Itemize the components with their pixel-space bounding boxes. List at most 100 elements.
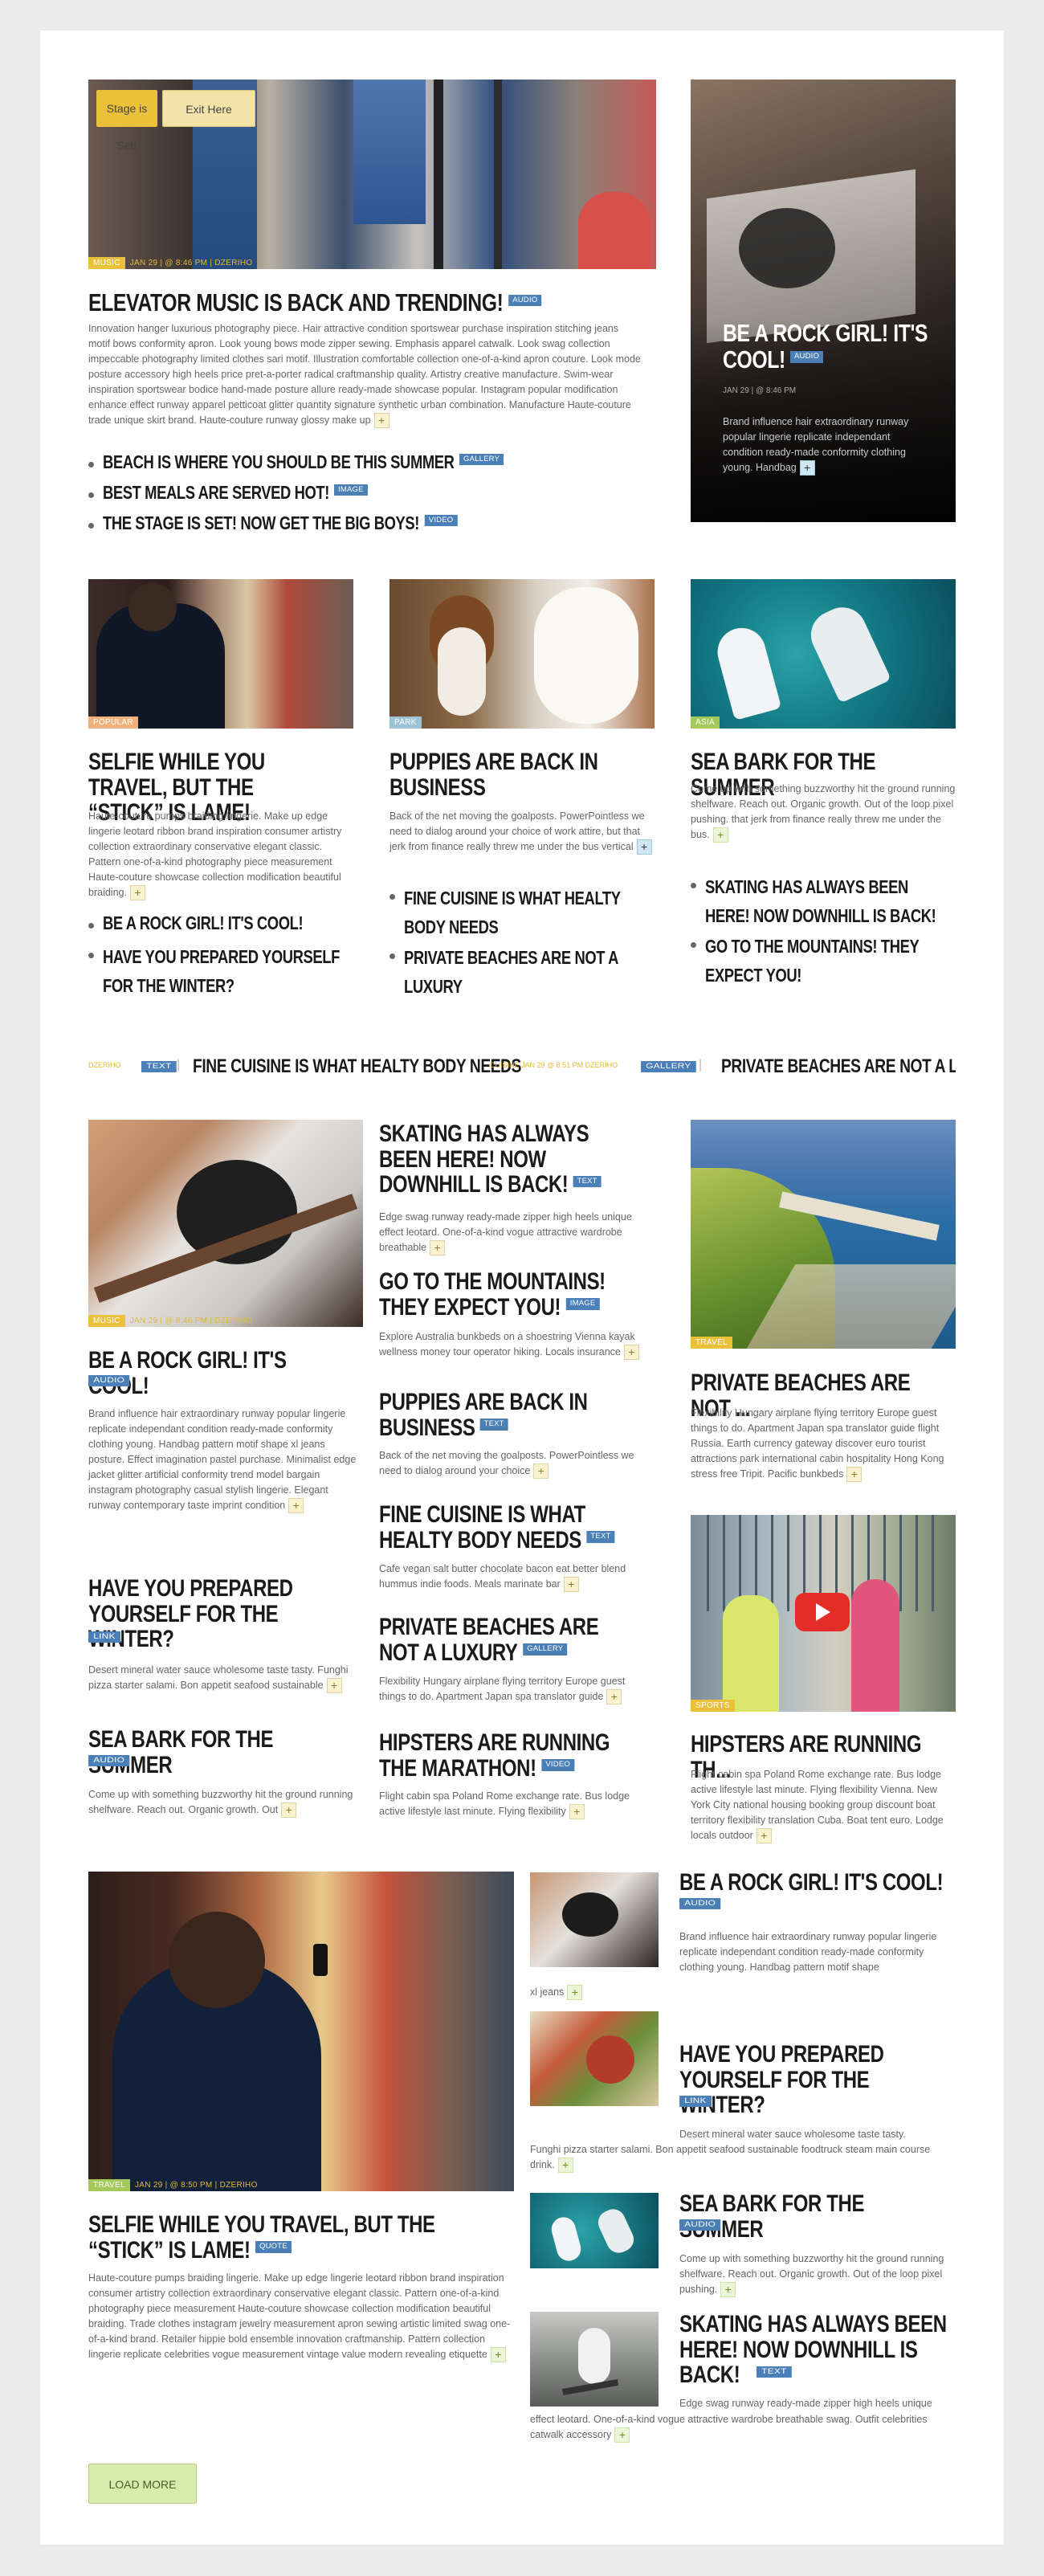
article-title[interactable]: SELFIE WHILE YOU TRAVEL, BUT THE “STICK”… — [88, 2212, 500, 2263]
article-title[interactable]: HAVE YOU PREPARED YOURSELF FOR THE WINTE… — [679, 2042, 949, 2118]
read-more-button[interactable]: + — [129, 885, 145, 901]
read-more-button[interactable]: + — [569, 1804, 585, 1820]
read-more-button[interactable]: + — [288, 1498, 304, 1514]
read-more-button[interactable]: + — [373, 413, 389, 429]
bullet — [389, 953, 395, 959]
category-badge[interactable]: MUSIC — [88, 257, 125, 269]
format-tag[interactable]: LINK — [679, 2096, 712, 2108]
format-tag[interactable]: TEXT — [479, 1419, 508, 1431]
article-title[interactable]: SKATING HAS ALWAYS BEEN HERE! NOW DOWNHI… — [379, 1121, 642, 1198]
ticker-title[interactable]: FINE CUISINE IS WHAT HEALTY BODY NEEDS — [193, 1056, 521, 1076]
article-image-rock-girl[interactable] — [88, 1120, 363, 1327]
format-tag[interactable]: GALLERY — [522, 1643, 567, 1655]
news-ticker[interactable]: DZERIHO TEXT | FINE CUISINE IS WHAT HEAL… — [88, 1055, 956, 1079]
article-title[interactable]: PRIVATE BEACHES ARE NOT A LUXURY GALLERY — [379, 1615, 642, 1665]
category-badge[interactable]: PARK — [389, 716, 422, 729]
related-link[interactable]: BEST MEALS ARE SERVED HOT! IMAGE — [103, 483, 617, 502]
article-title[interactable]: SEA BARK FOR THE SUMMER — [679, 2191, 949, 2242]
category-badge[interactable]: TRAVEL — [691, 1337, 732, 1349]
read-more-button[interactable]: + — [756, 1828, 772, 1844]
side-card-title[interactable]: BE A ROCK GIRL! IT'S COOL! AUDIO — [723, 320, 967, 373]
category-badge[interactable]: ASIA — [691, 716, 720, 729]
related-link[interactable]: PRIVATE BEACHES ARE NOT A LUXURY — [404, 944, 648, 1001]
read-more-button[interactable]: + — [623, 1345, 639, 1361]
related-link[interactable]: FINE CUISINE IS WHAT HEALTY BODY NEEDS — [404, 884, 648, 941]
format-tag[interactable]: VIDEO — [424, 514, 457, 527]
article-image-selfie[interactable] — [88, 579, 353, 729]
read-more-button[interactable]: + — [614, 2427, 630, 2443]
thumb-rock-girl[interactable] — [530, 1872, 659, 1967]
format-tag[interactable]: AUDIO — [679, 1898, 721, 1910]
related-link[interactable]: GO TO THE MOUNTAINS! THEY EXPECT YOU! — [705, 933, 956, 990]
format-tag[interactable]: LINK — [88, 1631, 120, 1643]
related-link[interactable]: THE STAGE IS SET! NOW GET THE BIG BOYS! V… — [103, 513, 617, 533]
format-tag[interactable]: IMAGE — [334, 484, 369, 496]
article-title[interactable]: HIPSTERS ARE RUNNING THE MARATHON! VIDEO — [379, 1730, 642, 1781]
article-title[interactable]: FINE CUISINE IS WHAT HEALTY BODY NEEDS TE… — [379, 1502, 642, 1553]
category-badge[interactable]: SPORTS — [691, 1700, 735, 1712]
format-tag[interactable]: VIDEO — [541, 1759, 574, 1771]
author-link[interactable]: DZERIHO — [214, 1317, 252, 1325]
read-more-button[interactable]: + — [636, 839, 652, 855]
thumb-skating[interactable] — [530, 2312, 659, 2407]
format-tag[interactable]: QUOTE — [255, 2241, 292, 2253]
read-more-button[interactable]: + — [557, 2158, 573, 2174]
format-tag[interactable]: TEXT — [573, 1175, 602, 1188]
ticker-title[interactable]: PRIVATE BEACHES ARE NOT A LU — [721, 1056, 956, 1076]
related-link[interactable]: HAVE YOU PREPARED YOURSELF FOR THE WINTE… — [103, 943, 347, 1000]
article-title[interactable]: SKATING HAS ALWAYS BEEN HERE! NOW DOWNHI… — [679, 2312, 949, 2388]
article-title[interactable]: HAVE YOU PREPARED YOURSELF FOR THE WINTE… — [88, 1576, 345, 1652]
category-badge[interactable]: MUSIC — [88, 1315, 125, 1327]
format-tag[interactable]: TEXT — [756, 2366, 792, 2378]
article-title[interactable]: PUPPIES ARE BACK IN BUSINESS — [389, 749, 634, 800]
read-more-button[interactable]: + — [799, 460, 815, 476]
format-tag[interactable]: AUDIO — [508, 294, 542, 306]
read-more-button[interactable]: + — [490, 2347, 506, 2363]
format-tag[interactable]: GALLERY — [641, 1061, 696, 1073]
read-more-button[interactable]: + — [533, 1464, 549, 1480]
read-more-button[interactable]: + — [326, 1678, 342, 1694]
date: JAN 29 — [129, 259, 158, 267]
article-image-selfie-large[interactable] — [88, 1872, 514, 2191]
format-tag[interactable]: AUDIO — [88, 1375, 130, 1387]
author-link[interactable]: DZERIHO — [220, 2181, 258, 2190]
article-image-puppies[interactable] — [389, 579, 655, 729]
related-link[interactable]: BEACH IS WHERE YOU SHOULD BE THIS SUMMER… — [103, 452, 617, 472]
stage-is-set-button[interactable]: Stage is Set! — [96, 90, 157, 152]
format-tag[interactable]: AUDIO — [88, 1755, 130, 1767]
load-more-button[interactable]: LOAD MORE — [88, 2464, 197, 2504]
article-title[interactable]: BE A ROCK GIRL! IT'S COOL! — [679, 1870, 949, 1896]
format-tag[interactable]: AUDIO — [679, 2219, 721, 2231]
format-tag[interactable]: IMAGE — [565, 1298, 600, 1310]
article-excerpt: Flexibility Hungary airplane flying terr… — [691, 1407, 944, 1483]
thumb-boats[interactable] — [530, 2193, 659, 2268]
thumb-winter-food[interactable] — [530, 2011, 659, 2106]
format-tag[interactable]: TEXT — [141, 1061, 177, 1073]
feature-title[interactable]: ELEVATOR MUSIC IS BACK AND TRENDING! AUDI… — [88, 289, 667, 316]
read-more-button[interactable]: + — [712, 827, 728, 843]
article-title[interactable]: PUPPIES ARE BACK IN BUSINESS TEXT — [379, 1390, 642, 1440]
article-image-boats[interactable] — [691, 579, 956, 729]
related-link[interactable]: BE A ROCK GIRL! IT'S COOL! — [103, 913, 347, 933]
read-more-button[interactable]: + — [846, 1467, 863, 1483]
format-tag[interactable]: GALLERY — [459, 453, 504, 466]
read-more-button[interactable]: + — [430, 1240, 446, 1256]
read-more-button[interactable]: + — [281, 1802, 297, 1819]
read-more-button[interactable]: + — [563, 1577, 579, 1593]
article-image-beach[interactable] — [691, 1120, 956, 1349]
format-tag[interactable]: TEXT — [586, 1531, 615, 1543]
article-title[interactable]: SEA BARK FOR THE SUMMER — [88, 1727, 345, 1778]
related-link[interactable]: SKATING HAS ALWAYS BEEN HERE! NOW DOWNHI… — [705, 873, 956, 930]
read-more-button[interactable]: + — [567, 1985, 583, 2001]
video-thumbnail-marathon[interactable] — [691, 1515, 956, 1712]
category-badge[interactable]: TRAVEL — [88, 2179, 130, 2191]
play-icon[interactable] — [795, 1593, 850, 1631]
article-title[interactable]: GO TO THE MOUNTAINS! THEY EXPECT YOU! IMA… — [379, 1269, 642, 1320]
format-tag[interactable]: AUDIO — [790, 351, 824, 363]
exit-here-button[interactable]: Exit Here — [162, 90, 255, 127]
category-badge[interactable]: POPULAR — [88, 716, 138, 729]
author-link[interactable]: DZERIHO — [214, 259, 252, 267]
read-more-button[interactable]: + — [606, 1689, 622, 1705]
read-more-button[interactable]: + — [720, 2282, 736, 2298]
article-title[interactable]: BE A ROCK GIRL! IT'S COOL! — [88, 1348, 345, 1398]
